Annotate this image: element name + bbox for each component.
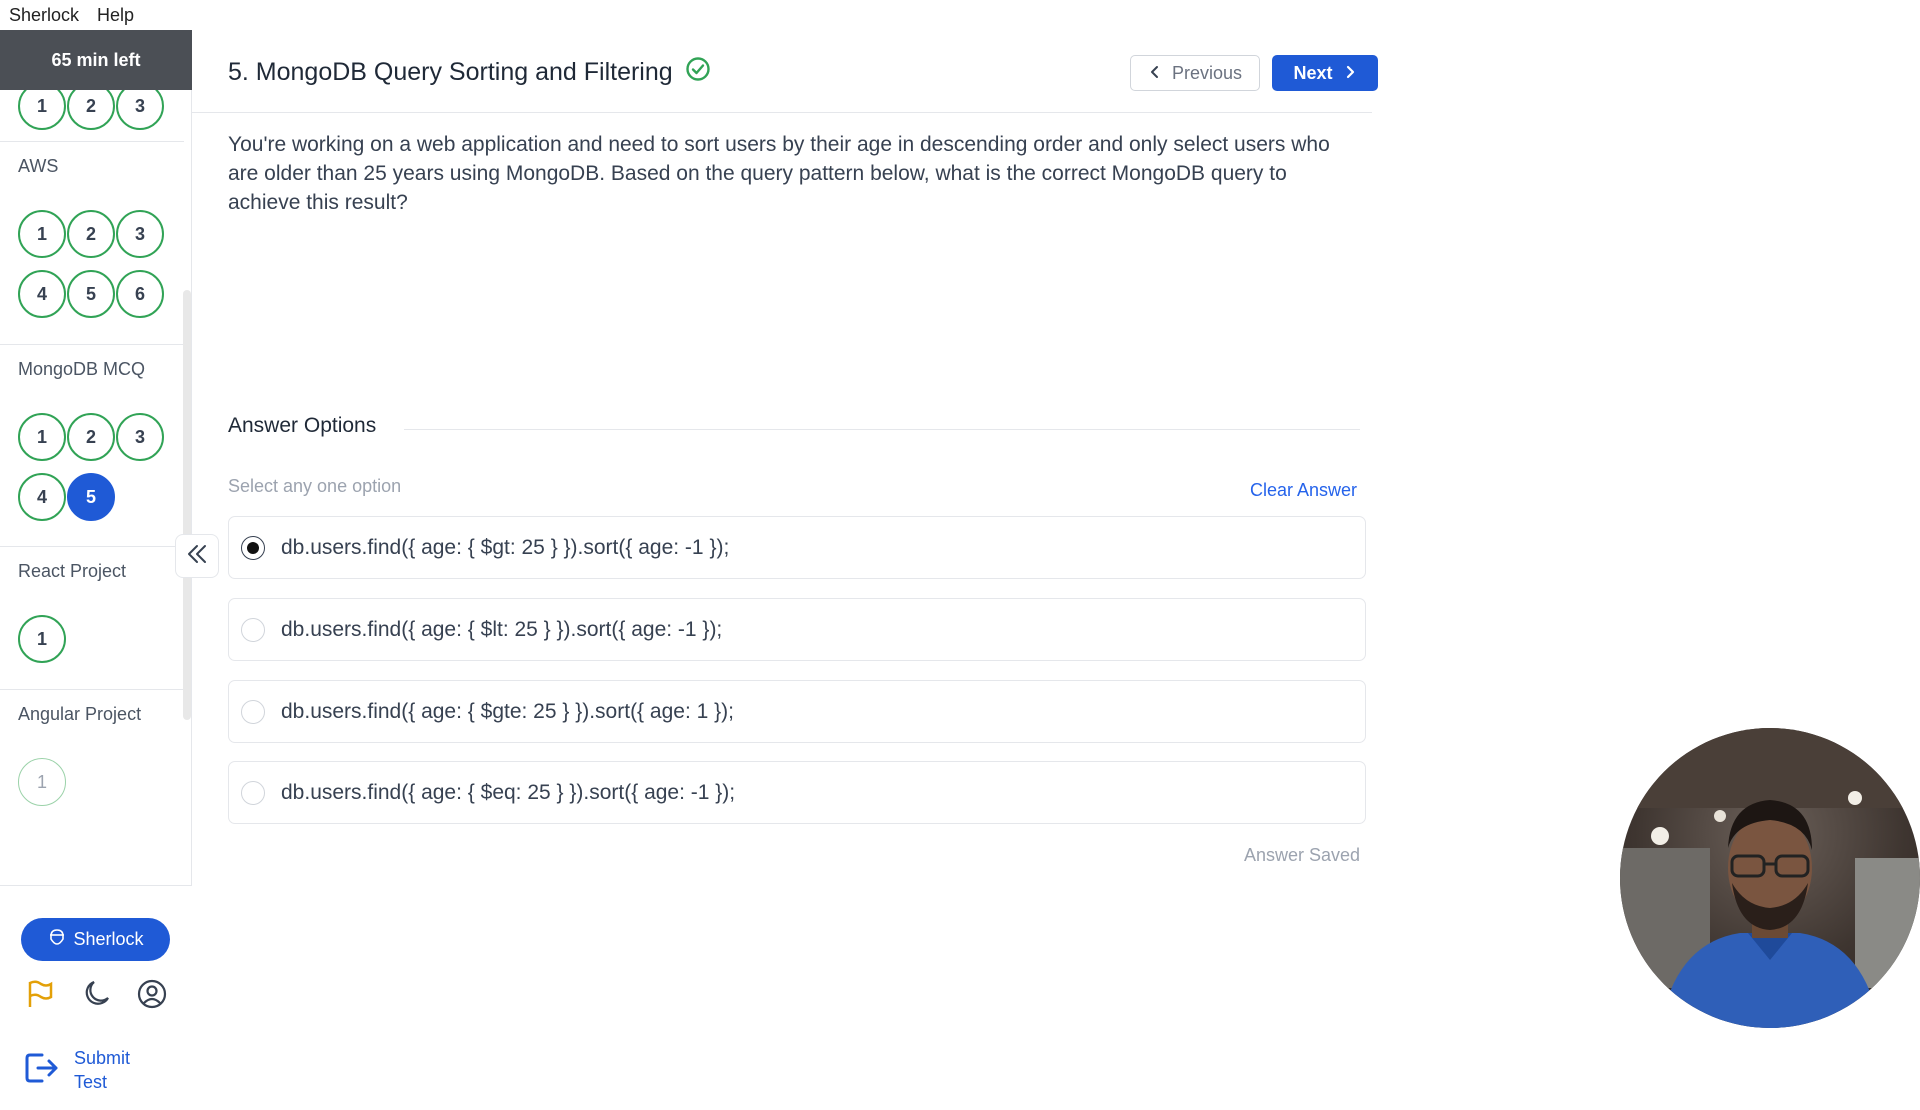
menu-help[interactable]: Help bbox=[97, 5, 134, 26]
section-partial: 1 2 3 bbox=[0, 90, 184, 142]
check-circle-icon bbox=[685, 56, 711, 89]
sherlock-button-label: Sherlock bbox=[73, 929, 144, 949]
option-radio-selected[interactable] bbox=[241, 535, 265, 560]
select-hint: Select any one option bbox=[228, 476, 402, 496]
answer-option[interactable]: db.users.find({ age: { $eq: 25 } }).sort… bbox=[228, 761, 1366, 824]
sidebar-scrollbar[interactable] bbox=[183, 290, 191, 720]
user-circle-icon[interactable] bbox=[136, 978, 168, 1010]
question-bubble[interactable]: 2 bbox=[67, 90, 115, 130]
answer-options-divider bbox=[404, 429, 1360, 430]
question-bubble[interactable]: 1 bbox=[18, 615, 66, 663]
section-mongodb-mcq: MongoDB MCQ 1 2 3 4 5 bbox=[0, 345, 184, 547]
next-button[interactable]: Next bbox=[1272, 55, 1378, 91]
option-radio[interactable] bbox=[241, 617, 265, 642]
option-text: db.users.find({ age: { $lt: 25 } }).sort… bbox=[281, 617, 723, 641]
menubar: Sherlock Help bbox=[0, 0, 1920, 30]
header-divider bbox=[192, 112, 1372, 113]
time-remaining: 65 min left bbox=[0, 30, 192, 90]
sidebar-tools bbox=[24, 978, 168, 1010]
next-label: Next bbox=[1293, 62, 1333, 83]
previous-button[interactable]: Previous bbox=[1130, 55, 1260, 91]
question-header: 5. MongoDB Query Sorting and Filtering bbox=[228, 56, 711, 89]
answer-saved-status: Answer Saved bbox=[1244, 845, 1361, 865]
section-title: AWS bbox=[18, 156, 59, 176]
webcam-preview[interactable] bbox=[1620, 728, 1920, 1028]
answer-option[interactable]: db.users.find({ age: { $lt: 25 } }).sort… bbox=[228, 598, 1366, 661]
sherlock-logo-icon bbox=[47, 927, 67, 952]
section-react-project: React Project 1 bbox=[0, 547, 184, 690]
question-bubble[interactable]: 6 bbox=[116, 270, 164, 318]
chevron-right-icon bbox=[1343, 63, 1357, 84]
question-bubble[interactable]: 4 bbox=[18, 270, 66, 318]
previous-label: Previous bbox=[1171, 62, 1243, 83]
question-bubble[interactable]: 2 bbox=[67, 413, 115, 461]
question-bubble[interactable]: 2 bbox=[67, 210, 115, 258]
clear-answer-link[interactable]: Clear Answer bbox=[1250, 480, 1357, 501]
option-text: db.users.find({ age: { $gte: 25 } }).sor… bbox=[281, 699, 734, 723]
submit-test-label: Submit Test bbox=[74, 1048, 131, 1092]
sherlock-assistant-button[interactable]: Sherlock bbox=[21, 918, 170, 961]
section-title: Angular Project bbox=[18, 704, 142, 724]
question-bubble[interactable]: 1 bbox=[18, 413, 66, 461]
answer-option[interactable]: db.users.find({ age: { $gt: 25 } }).sort… bbox=[228, 516, 1366, 579]
section-title: MongoDB MCQ bbox=[18, 359, 146, 379]
answer-option[interactable]: db.users.find({ age: { $gte: 25 } }).sor… bbox=[228, 680, 1366, 743]
question-bubble[interactable]: 4 bbox=[18, 473, 66, 521]
section-title: React Project bbox=[18, 561, 127, 581]
chevron-left-icon bbox=[1148, 63, 1162, 84]
moon-icon[interactable] bbox=[80, 978, 112, 1010]
question-bubble-current[interactable]: 5 bbox=[67, 473, 115, 521]
webcam-person-image bbox=[1620, 728, 1920, 1028]
question-sidebar: 65 min left 1 2 3 AWS 1 2 3 4 5 6 MongoD… bbox=[0, 30, 192, 1110]
menu-sherlock[interactable]: Sherlock bbox=[9, 5, 79, 26]
flag-icon[interactable] bbox=[24, 978, 56, 1010]
sidebar-footer: Sherlock Submit Test bbox=[0, 885, 192, 1110]
question-bubble[interactable]: 5 bbox=[67, 270, 115, 318]
question-bubble[interactable]: 1 bbox=[18, 758, 66, 806]
question-title: 5. MongoDB Query Sorting and Filtering bbox=[228, 58, 673, 86]
section-angular-project: Angular Project 1 bbox=[0, 690, 184, 833]
submit-test-button[interactable]: Submit Test bbox=[22, 1046, 144, 1094]
option-radio[interactable] bbox=[241, 780, 265, 805]
question-bubble[interactable]: 1 bbox=[18, 90, 66, 130]
answer-options-heading: Answer Options bbox=[228, 414, 377, 437]
question-bubble[interactable]: 1 bbox=[18, 210, 66, 258]
logout-icon bbox=[22, 1049, 60, 1092]
collapse-sidebar-button[interactable] bbox=[175, 534, 219, 578]
option-text: db.users.find({ age: { $eq: 25 } }).sort… bbox=[281, 780, 736, 804]
section-aws: AWS 1 2 3 4 5 6 bbox=[0, 142, 184, 345]
question-navigator[interactable]: 1 2 3 AWS 1 2 3 4 5 6 MongoDB MCQ 1 2 3 … bbox=[0, 90, 192, 880]
question-text: You're working on a web application and … bbox=[228, 133, 1330, 214]
question-navigation: Previous Next bbox=[1130, 55, 1378, 91]
option-text: db.users.find({ age: { $gt: 25 } }).sort… bbox=[281, 535, 730, 559]
question-panel: 5. MongoDB Query Sorting and Filtering P… bbox=[192, 30, 1392, 1080]
collapse-double-chevron-icon bbox=[184, 541, 210, 572]
option-radio[interactable] bbox=[241, 699, 265, 724]
question-bubble[interactable]: 3 bbox=[116, 210, 164, 258]
question-bubble[interactable]: 3 bbox=[116, 90, 164, 130]
question-bubble[interactable]: 3 bbox=[116, 413, 164, 461]
